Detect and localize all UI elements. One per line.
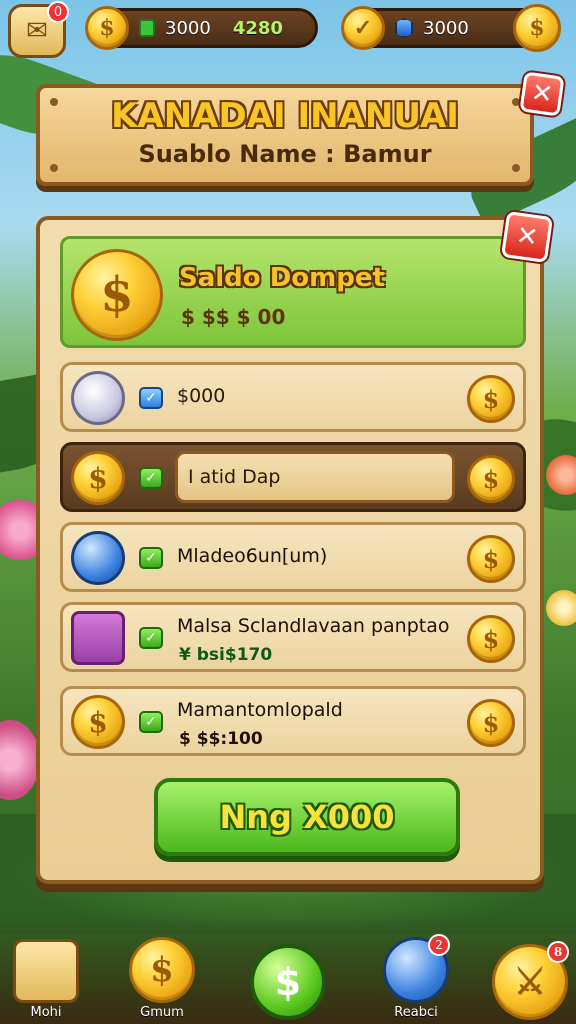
nav-item-mail[interactable]: Mohi — [8, 939, 84, 1020]
coin-icon: $ — [467, 699, 515, 747]
coin-balance: 3000 — [165, 17, 211, 39]
flower-decoration — [0, 720, 40, 800]
wallet-panel: $ Saldo Dompet $ $$ $ 00 ✓ $000 $ $ ✓ I … — [36, 216, 544, 884]
close-icon: ✕ — [529, 77, 555, 111]
badge-icon — [71, 371, 125, 425]
coin-icon: ✓ — [341, 6, 385, 50]
row-label: Mamantomlopald — [177, 699, 343, 721]
nav-item-shop[interactable]: $ — [248, 944, 328, 1020]
nail-decoration — [512, 98, 520, 106]
coin-icon: $ — [71, 695, 125, 749]
row-label: Mladeo6un[um) — [177, 545, 328, 567]
nav-label: Gmum — [140, 1005, 184, 1020]
list-item[interactable]: ✓ Mladeo6un[um) $ — [60, 522, 526, 592]
green-gem-icon — [139, 19, 155, 37]
letter-icon — [13, 939, 79, 1003]
page-title: KANADAI INANUAI — [111, 96, 459, 136]
coin-icon: $ — [71, 451, 125, 505]
ticket-icon: 2 — [383, 934, 450, 1003]
claim-button[interactable]: Nng X000 — [154, 778, 460, 856]
row-label: Malsa Sclandlavaan panptao — [177, 615, 450, 637]
title-plank: KANADAI INANUAI Suablo Name : Bamur — [36, 84, 534, 186]
dollar-icon: $ — [250, 944, 326, 1020]
coin-icon: $ — [71, 249, 163, 341]
list-item[interactable]: $ ✓ I atid Dap $ — [60, 442, 526, 512]
check-icon: ✓ — [139, 387, 163, 409]
close-icon: ✕ — [514, 220, 540, 254]
notification-badge: 8 — [547, 941, 569, 963]
check-icon: ✓ — [139, 627, 163, 649]
flower-decoration — [546, 590, 576, 626]
gift-icon — [71, 611, 125, 665]
swords-icon: ⚔ 8 — [492, 941, 569, 1020]
nav-label: Reabci — [394, 1005, 438, 1020]
nav-item-coins[interactable]: $ Gmum — [124, 937, 200, 1020]
currency-pill-coins[interactable]: $ 3000 4280 — [85, 6, 318, 50]
coin-icon: $ — [513, 4, 561, 52]
close-button[interactable]: ✕ — [519, 71, 565, 117]
check-icon: ✓ — [139, 547, 163, 569]
secondary-balance: 4280 — [232, 17, 283, 39]
row-value: $ $$:100 — [179, 729, 263, 749]
check-icon: ✓ — [139, 711, 163, 733]
coin-icon: $ — [467, 375, 515, 423]
coin-icon: $ — [129, 937, 195, 1003]
check-icon: ✓ — [139, 467, 163, 489]
notification-badge: 0 — [47, 1, 69, 23]
coin-icon: $ — [85, 6, 129, 50]
blue-gem-icon — [395, 18, 413, 38]
close-button[interactable]: ✕ — [501, 211, 553, 263]
wallet-title: Saldo Dompet — [179, 263, 385, 293]
coin-icon: $ — [467, 615, 515, 663]
nav-label: Mohi — [30, 1005, 62, 1020]
gem-balance: 3000 — [423, 17, 469, 39]
coin-icon: $ — [467, 455, 515, 503]
top-bar: ✉ 0 $ 3000 4280 ✓ 3000 $ — [0, 0, 576, 60]
list-item[interactable]: $ ✓ Mamantomlopald $ $$:100 $ — [60, 686, 526, 756]
row-value: ¥ bsi$170 — [179, 645, 273, 665]
home-button[interactable]: ✉ 0 — [8, 1, 69, 58]
bottom-nav: Mohi $ Gmum $ 2 Reabci ⚔ 8 — [0, 916, 576, 1024]
nail-decoration — [512, 164, 520, 172]
nav-item-rewards[interactable]: 2 Reabci — [378, 934, 454, 1020]
wallet-header: $ Saldo Dompet $ $$ $ 00 — [60, 236, 526, 348]
nail-decoration — [50, 98, 58, 106]
wallet-balance: $ $$ $ 00 — [181, 305, 286, 329]
list-item[interactable]: ✓ $000 $ — [60, 362, 526, 432]
list-item[interactable]: ✓ Malsa Sclandlavaan panptao ¥ bsi$170 $ — [60, 602, 526, 672]
currency-pill-gems[interactable]: ✓ 3000 $ — [341, 4, 561, 52]
row-label: $000 — [177, 385, 226, 407]
blue-orb-icon — [71, 531, 125, 585]
coin-icon: $ — [467, 535, 515, 583]
notification-badge: 2 — [428, 934, 450, 956]
letter-icon: ✉ — [26, 16, 48, 46]
row-input[interactable]: I atid Dap — [175, 451, 455, 503]
page-subtitle: Suablo Name : Bamur — [138, 140, 432, 168]
nav-item-battle[interactable]: ⚔ 8 — [490, 941, 570, 1020]
nail-decoration — [50, 164, 58, 172]
